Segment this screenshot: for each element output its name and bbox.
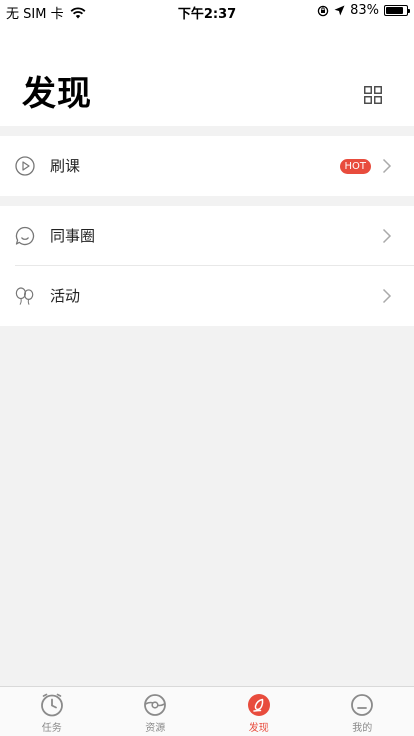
battery-percent: 83% bbox=[350, 3, 379, 18]
chat-bubble-icon bbox=[15, 226, 35, 246]
tab-label: 我的 bbox=[352, 723, 373, 734]
chevron-right-icon bbox=[382, 158, 392, 174]
balloons-icon bbox=[15, 287, 34, 305]
task-clock-icon bbox=[40, 693, 63, 717]
page-header: 发现 bbox=[0, 20, 414, 126]
tab-bar: 任务 资源 发现 我的 bbox=[0, 686, 414, 736]
chevron-right-icon bbox=[382, 288, 392, 304]
menu-item-label: 活动 bbox=[50, 287, 81, 305]
tab-label: 发现 bbox=[248, 723, 269, 734]
page-title: 发现 bbox=[22, 74, 92, 114]
profile-icon bbox=[351, 694, 374, 716]
resource-icon bbox=[144, 694, 167, 716]
menu-section-courses: 刷课 HOT bbox=[0, 136, 414, 196]
menu-item-tongshiquan[interactable]: 同事圈 bbox=[0, 206, 414, 266]
rotation-lock-icon bbox=[317, 5, 329, 16]
hot-badge: HOT bbox=[339, 159, 371, 174]
menu-item-label: 同事圈 bbox=[50, 227, 96, 245]
chevron-right-icon bbox=[382, 228, 392, 244]
play-circle-icon bbox=[15, 156, 35, 176]
menu-section-social: 同事圈 活动 bbox=[0, 206, 414, 326]
tab-faxian[interactable]: 发现 bbox=[207, 687, 311, 736]
menu-item-huodong[interactable]: 活动 bbox=[0, 266, 414, 326]
tab-ziyuan[interactable]: 资源 bbox=[104, 687, 208, 736]
tab-wode[interactable]: 我的 bbox=[311, 687, 414, 736]
tab-renwu[interactable]: 任务 bbox=[0, 687, 104, 736]
status-bar: 无 SIM 卡 下午2:37 83% bbox=[0, 0, 414, 22]
menu-item-label: 刷课 bbox=[50, 157, 81, 175]
tab-label: 任务 bbox=[41, 723, 62, 734]
location-arrow-icon bbox=[334, 5, 345, 16]
tab-label: 资源 bbox=[145, 723, 166, 734]
battery-fill bbox=[386, 7, 403, 14]
discover-icon bbox=[247, 694, 270, 716]
battery-icon bbox=[384, 5, 410, 16]
menu-item-shuake[interactable]: 刷课 HOT bbox=[0, 136, 414, 196]
grid-menu-icon[interactable] bbox=[364, 86, 382, 104]
status-right: 83% bbox=[317, 3, 410, 18]
